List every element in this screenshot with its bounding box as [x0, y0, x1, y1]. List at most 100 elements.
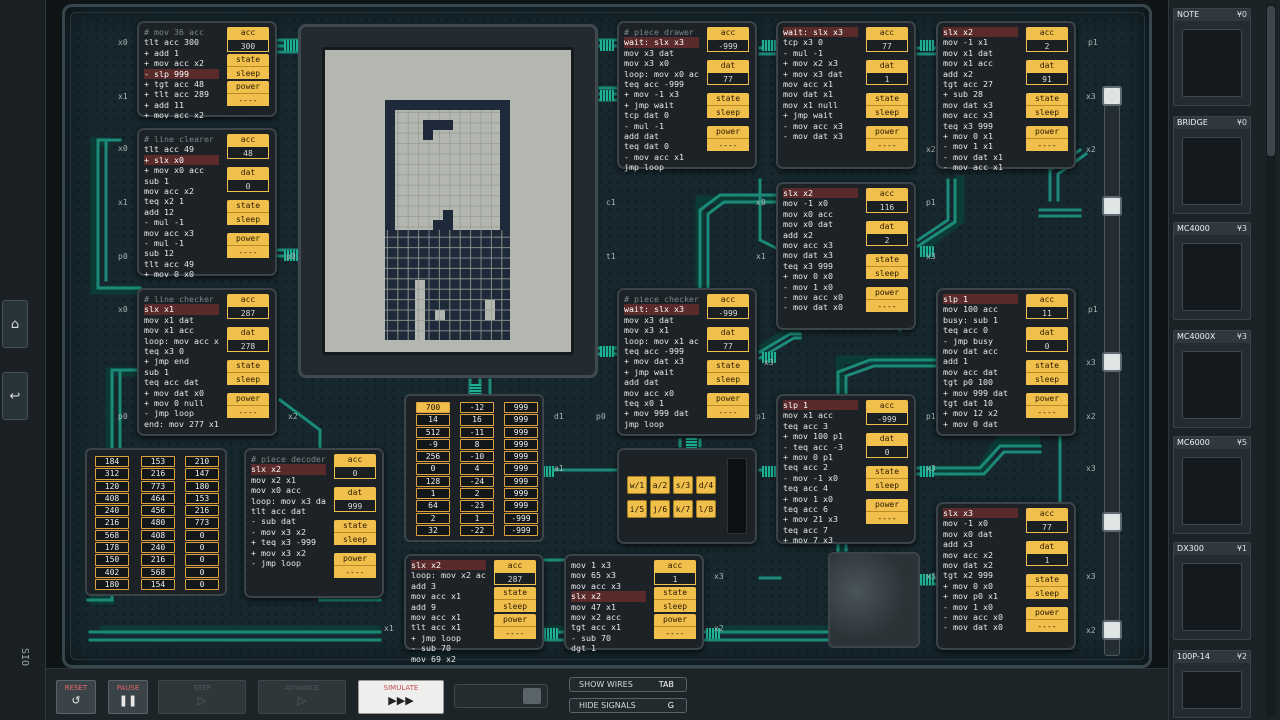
mc-chip-slx-x2-a[interactable]: slx x2 mov -1 x1 mov x1 dat mov x1 acc add x… [936, 21, 1076, 172]
code-line: # piece checker [624, 294, 699, 304]
rom-cell: 4 [460, 463, 494, 475]
pin-label: c1 [606, 198, 616, 207]
rom-cell: 0 [185, 542, 219, 554]
code-line: + mov 1 x0 [783, 493, 833, 504]
register-value: sleep [707, 372, 749, 385]
sidebar-part-price: ¥3 [1236, 224, 1247, 233]
rom-cell: -999 [504, 524, 538, 537]
code-line: teq x3 999 [943, 120, 993, 131]
code-line: - teq acc -3 [783, 441, 843, 452]
code-listing[interactable]: slx x3 mov -1 x0 mov x0 dat add x3 mov acc x… [943, 508, 1018, 633]
sidebar-part-preview [1182, 457, 1242, 525]
rom-cell: 999 [504, 402, 538, 414]
code-listing[interactable]: mov 1 x3 mov 65 x3 mov acc x3 slx x2 mov 47 … [571, 560, 646, 654]
rom-cell: 999 [504, 426, 538, 438]
key-d-4[interactable]: d/4 [696, 476, 716, 494]
reset-button[interactable]: RESET ↺ [56, 680, 96, 714]
code-listing[interactable]: # line checker slx x1 mov x1 dat mov x1 acc… [144, 294, 219, 429]
bridge-node[interactable] [1102, 196, 1122, 216]
mc-chip-timer[interactable]: slp 1 mov 100 acc busy: sub 1 teq acc 0- jm… [936, 288, 1076, 436]
mc-chip-piece-drawer[interactable]: # piece drawer wait: slx x3 mov x3 dat mov … [617, 21, 757, 172]
bridge-node[interactable] [1102, 352, 1122, 372]
code-listing[interactable]: slp 1 mov x1 acc teq acc 3 + mov 100 p1- te… [783, 400, 858, 545]
code-listing[interactable]: # mov 36 acc tlt acc 300 + add 1 + mov acc … [144, 27, 219, 121]
register-value: ---- [494, 626, 536, 639]
code-line: mov x0 acc [251, 485, 301, 496]
code-listing[interactable]: slp 1 mov 100 acc busy: sub 1 teq acc 0- jm… [943, 294, 1018, 429]
bridge-node[interactable] [1102, 620, 1122, 640]
code-line: slx x2 [411, 560, 486, 571]
mc-chip-slx-x3[interactable]: slx x3 mov -1 x0 mov x0 dat add x3 mov acc x… [936, 502, 1076, 650]
code-listing[interactable]: wait: slx x3 tcp x3 0- mul -1 + mov x2 x3 +… [783, 27, 858, 141]
sidebar-part-mc6000[interactable]: MC6000 ¥5 [1173, 436, 1251, 534]
sidebar-part-mc4000x[interactable]: MC4000X ¥3 [1173, 330, 1251, 428]
code-line: tlt acc x1 [411, 622, 461, 633]
code-listing[interactable]: # piece drawer wait: slx x3 mov x3 dat mov … [624, 27, 699, 172]
sidebar-scroll-thumb[interactable] [1267, 6, 1275, 156]
pin-label: p1 [926, 198, 936, 207]
register-value: 1 [654, 572, 696, 585]
sidebar-part-100p-14[interactable]: 100P-14 ¥2 [1173, 650, 1251, 718]
code-line: mov acc x1 [411, 611, 461, 622]
mc-chip-output[interactable]: mov 1 x3 mov 65 x3 mov acc x3 slx x2 mov 47 … [564, 554, 704, 653]
mc-chip-piece-checker[interactable]: # piece checker wait: slx x3 mov x3 dat mov… [617, 288, 757, 436]
key-l-8[interactable]: l/8 [696, 500, 716, 518]
sidebar-part-note[interactable]: NOTE ¥0 [1173, 8, 1251, 106]
rom-table-2[interactable]: 700 14 512 -9 256 0 128 1 64 2 32 -12 16 -11 8 -10 4 -24 2… [404, 394, 544, 542]
step-button[interactable]: STEP ▷ [158, 680, 246, 714]
mc-chip-slx-x2-b[interactable]: slx x2 mov -1 x0 mov x0 acc mov x0 dat add x… [776, 182, 916, 330]
code-listing[interactable]: slx x2 mov -1 x1 mov x1 dat mov x1 acc add x… [943, 27, 1018, 172]
rom-table-1[interactable]: 184 312 120 408 240 216 568 178 150 402 180 153 216 7… [85, 448, 227, 596]
mc-chip-wait[interactable]: wait: slx x3 tcp x3 0- mul -1 + mov x2 x3 +… [776, 21, 916, 169]
empty-socket[interactable] [828, 552, 920, 648]
lcd-screen [322, 47, 574, 355]
bridge-node[interactable] [1102, 86, 1122, 106]
key-s-3[interactable]: s/3 [673, 476, 693, 494]
key-k-7[interactable]: k/7 [673, 500, 693, 518]
register-value: ---- [707, 138, 749, 151]
hide-signals-toggle[interactable]: HIDE SIGNALS G [569, 698, 687, 713]
mc-chip-line-checker[interactable]: # line checker slx x1 mov x1 dat mov x1 acc… [137, 288, 277, 436]
code-listing[interactable]: # piece decoder slx x2 mov x2 x1 mov x0 acc… [251, 454, 326, 568]
keypad-module[interactable] [617, 448, 757, 544]
key-i-5[interactable]: i/5 [627, 500, 647, 518]
code-line: - jmp busy [943, 335, 993, 346]
register-value: 0 [1026, 339, 1068, 352]
register-power: power ---- [1026, 607, 1068, 632]
register-value: sleep [1026, 105, 1068, 118]
sidebar-part-mc4000[interactable]: MC4000 ¥3 [1173, 222, 1251, 320]
mc-chip-counter[interactable]: # mov 36 acc tlt acc 300 + add 1 + mov acc … [137, 21, 277, 120]
bridge-node[interactable] [1102, 512, 1122, 532]
key-w-1[interactable]: w/1 [627, 476, 647, 494]
show-wires-toggle[interactable]: SHOW WIRES TAB [569, 677, 687, 692]
register-value: ---- [1026, 619, 1068, 632]
register-label: power [707, 126, 749, 138]
advance-button[interactable]: ADVANCE ▷ [258, 680, 346, 714]
sidebar-part-dx300[interactable]: DX300 ¥1 [1173, 542, 1251, 640]
sidebar-part-bridge[interactable]: BRIDGE ¥0 [1173, 116, 1251, 214]
code-listing[interactable]: # line clearer tlt acc 49 + slx x0 + mov x0… [144, 134, 219, 279]
pin-label: x3 [1086, 572, 1096, 581]
code-listing[interactable]: # piece checker wait: slx x3 mov x3 dat mov… [624, 294, 699, 429]
key-j-6[interactable]: j/6 [650, 500, 670, 518]
code-listing[interactable]: slx x2 loop: mov x2 acc add 3 mov acc x1 add… [411, 560, 486, 664]
register-value: ---- [866, 299, 908, 312]
register-acc: acc 77 [1026, 508, 1068, 533]
speed-slider-handle[interactable] [523, 688, 541, 704]
sidebar-part-preview [1182, 671, 1242, 709]
mc-chip-loop[interactable]: slx x2 loop: mov x2 acc add 3 mov acc x1 add… [404, 554, 544, 664]
mc-chip-line-clearer[interactable]: # line clearer tlt acc 49 + slx x0 + mov x0… [137, 128, 277, 279]
rom-column: 210 147 180 153 216 773 0 0 0 0 0 [185, 456, 219, 591]
key-a-2[interactable]: a/2 [650, 476, 670, 494]
mc-chip-input-handler[interactable]: slp 1 mov x1 acc teq acc 3 + mov 100 p1- te… [776, 394, 916, 545]
advance-icon: ▷ [297, 694, 307, 707]
mc-chip-piece-decoder[interactable]: # piece decoder slx x2 mov x2 x1 mov x0 acc… [244, 448, 384, 598]
register-dat: dat 91 [1026, 60, 1068, 85]
speed-slider[interactable] [454, 684, 548, 708]
code-line: mov x1 dat [144, 314, 194, 325]
register-acc: acc 1 [654, 560, 696, 585]
pause-button[interactable]: PAUSE ❚❚ [108, 680, 148, 714]
code-listing[interactable]: slx x2 mov -1 x0 mov x0 acc mov x0 dat add x… [783, 188, 858, 313]
register-label: state [1026, 93, 1068, 105]
simulate-button[interactable]: SIMULATE ▶▶▶ [358, 680, 444, 714]
